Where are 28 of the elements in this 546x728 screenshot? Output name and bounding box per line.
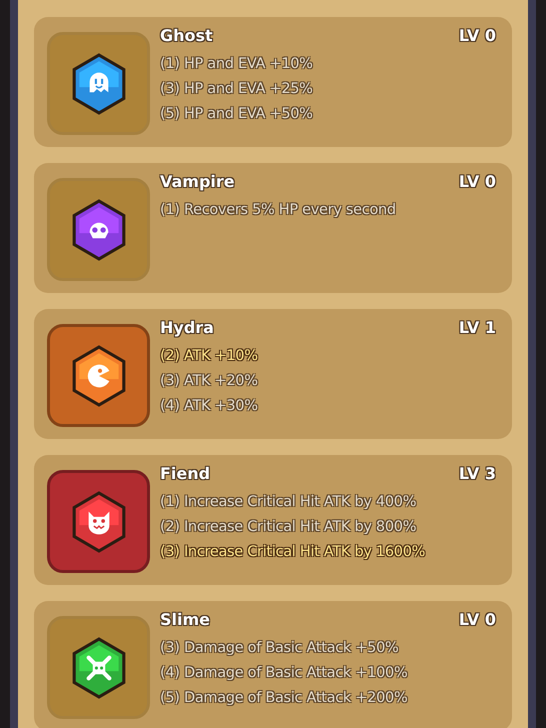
effect-text: (3) Damage of Basic Attack +50% (160, 639, 400, 658)
effect-text: (1) Recovers 5% HP every second (160, 201, 397, 220)
skill-name: Slime (160, 610, 210, 629)
effect-text: (2) Increase Critical Hit ATK by 800% (160, 518, 418, 537)
level-label: LV 0 (458, 610, 496, 629)
effect-text: (1) Increase Critical Hit ATK by 400% (160, 493, 418, 512)
effect-text: (5) HP and EVA +50% (160, 105, 314, 124)
level-label: LV 1 (458, 318, 496, 337)
effect-text: (3) HP and EVA +25% (160, 80, 314, 99)
level-label: LV 0 (458, 172, 496, 191)
level-label: LV 0 (458, 26, 496, 45)
effect-text: (1) HP and EVA +10% (160, 55, 314, 74)
effect-text: (5) Damage of Basic Attack +200% (160, 689, 408, 708)
icon-tile[interactable] (47, 32, 150, 135)
icon-tile[interactable] (47, 616, 150, 719)
icon-tile[interactable] (47, 178, 150, 281)
effect-text: (2) ATK +10% (160, 347, 259, 366)
effect-text: (3) ATK +20% (160, 372, 259, 391)
effect-text: (4) Damage of Basic Attack +100% (160, 664, 408, 683)
skill-name: Fiend (160, 464, 210, 483)
skill-name: Ghost (160, 26, 213, 45)
level-label: LV 3 (458, 464, 496, 483)
effect-text: (4) ATK +30% (160, 397, 259, 416)
effect-text: (3) Increase Critical Hit ATK by 1600% (160, 543, 426, 562)
skill-name: Hydra (160, 318, 214, 337)
skill-name: Vampire (160, 172, 235, 191)
icon-tile[interactable] (47, 324, 150, 427)
icon-tile[interactable] (47, 470, 150, 573)
